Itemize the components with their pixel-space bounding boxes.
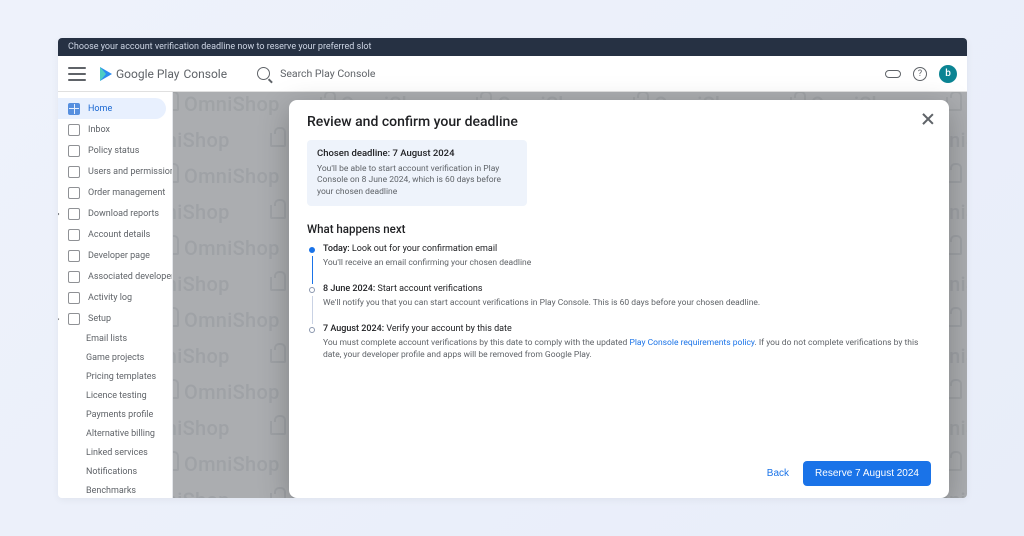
- hamburger-icon[interactable]: [68, 67, 86, 81]
- sidebar-item-altbilling[interactable]: Alternative billing: [58, 424, 172, 443]
- inbox-icon: [68, 124, 80, 136]
- global-banner: Choose your account verification deadlin…: [58, 38, 967, 56]
- sidebar-item-licence[interactable]: Licence testing: [58, 386, 172, 405]
- modal-title: Review and confirm your deadline: [307, 114, 931, 130]
- section-heading: What happens next: [307, 222, 931, 236]
- infobox-body: You'll be able to start account verifica…: [317, 164, 517, 198]
- sidebar-item-inbox[interactable]: Inbox: [58, 119, 172, 140]
- main-area: OmniShopOmniShopOmniShopOmniShopOmniShop…: [173, 92, 967, 498]
- avatar[interactable]: b: [939, 65, 957, 83]
- sidebar-item-benchmarks[interactable]: Benchmarks: [58, 481, 172, 498]
- modal-footer: Back Reserve 7 August 2024: [307, 461, 931, 486]
- sidebar: Home Inbox Policy status Users and permi…: [58, 92, 173, 498]
- reserve-button[interactable]: Reserve 7 August 2024: [803, 461, 931, 486]
- chevron-right-icon: [58, 209, 59, 217]
- home-icon: [68, 103, 80, 115]
- sidebar-item-activity[interactable]: Activity log: [58, 287, 172, 308]
- timeline-step-start: 8 June 2024: Start account verifications…: [309, 284, 931, 324]
- account-icon: [68, 229, 80, 241]
- sidebar-item-games[interactable]: Game projects: [58, 348, 172, 367]
- sidebar-item-users[interactable]: Users and permissions: [58, 161, 172, 182]
- shield-icon: [68, 145, 80, 157]
- back-button[interactable]: Back: [767, 468, 789, 479]
- app-bar: Google Play Console Search Play Console …: [58, 56, 967, 92]
- sidebar-item-payments[interactable]: Payments profile: [58, 405, 172, 424]
- sidebar-item-policy[interactable]: Policy status: [58, 140, 172, 161]
- timeline-dot-icon: [309, 287, 315, 293]
- timeline-step-today: Today: Look out for your confirmation em…: [309, 244, 931, 284]
- sidebar-item-setup[interactable]: Setup: [58, 308, 172, 329]
- infobox-title: Chosen deadline: 7 August 2024: [317, 148, 517, 159]
- link-icon[interactable]: [885, 70, 901, 78]
- search-placeholder: Search Play Console: [280, 67, 375, 80]
- chevron-down-icon: [58, 314, 59, 322]
- sidebar-item-email[interactable]: Email lists: [58, 329, 172, 348]
- banner-text: Choose your account verification deadlin…: [68, 42, 371, 52]
- link-icon: [68, 271, 80, 283]
- timeline-dot-icon: [309, 327, 315, 333]
- sidebar-item-notifications[interactable]: Notifications: [58, 462, 172, 481]
- sidebar-item-home[interactable]: Home: [58, 98, 166, 119]
- timeline-dot-icon: [309, 247, 315, 253]
- close-icon[interactable]: [921, 112, 935, 126]
- timeline: Today: Look out for your confirmation em…: [309, 244, 931, 376]
- search-icon: [257, 67, 270, 80]
- sidebar-item-pricing[interactable]: Pricing templates: [58, 367, 172, 386]
- sidebar-item-linked[interactable]: Linked services: [58, 443, 172, 462]
- users-icon: [68, 166, 80, 178]
- brand-logo[interactable]: Google Play Console: [100, 67, 227, 81]
- clock-icon: [68, 292, 80, 304]
- sidebar-item-devpage[interactable]: Developer page: [58, 245, 172, 266]
- help-icon[interactable]: ?: [913, 67, 927, 81]
- timeline-step-deadline: 7 August 2024: Verify your account by th…: [309, 324, 931, 376]
- gear-icon: [68, 313, 80, 325]
- deadline-modal: Review and confirm your deadline Chosen …: [289, 100, 949, 498]
- download-icon: [68, 208, 80, 220]
- sidebar-item-associated[interactable]: Associated developer accounts: [58, 266, 172, 287]
- orders-icon: [68, 187, 80, 199]
- play-icon: [100, 67, 112, 81]
- page-icon: [68, 250, 80, 262]
- search-input[interactable]: Search Play Console: [257, 67, 375, 80]
- sidebar-item-orders[interactable]: Order management: [58, 182, 172, 203]
- sidebar-item-account[interactable]: Account details: [58, 224, 172, 245]
- policy-link[interactable]: Play Console requirements policy: [629, 338, 754, 348]
- chosen-deadline-box: Chosen deadline: 7 August 2024 You'll be…: [307, 140, 527, 206]
- sidebar-item-downloads[interactable]: Download reports: [58, 203, 172, 224]
